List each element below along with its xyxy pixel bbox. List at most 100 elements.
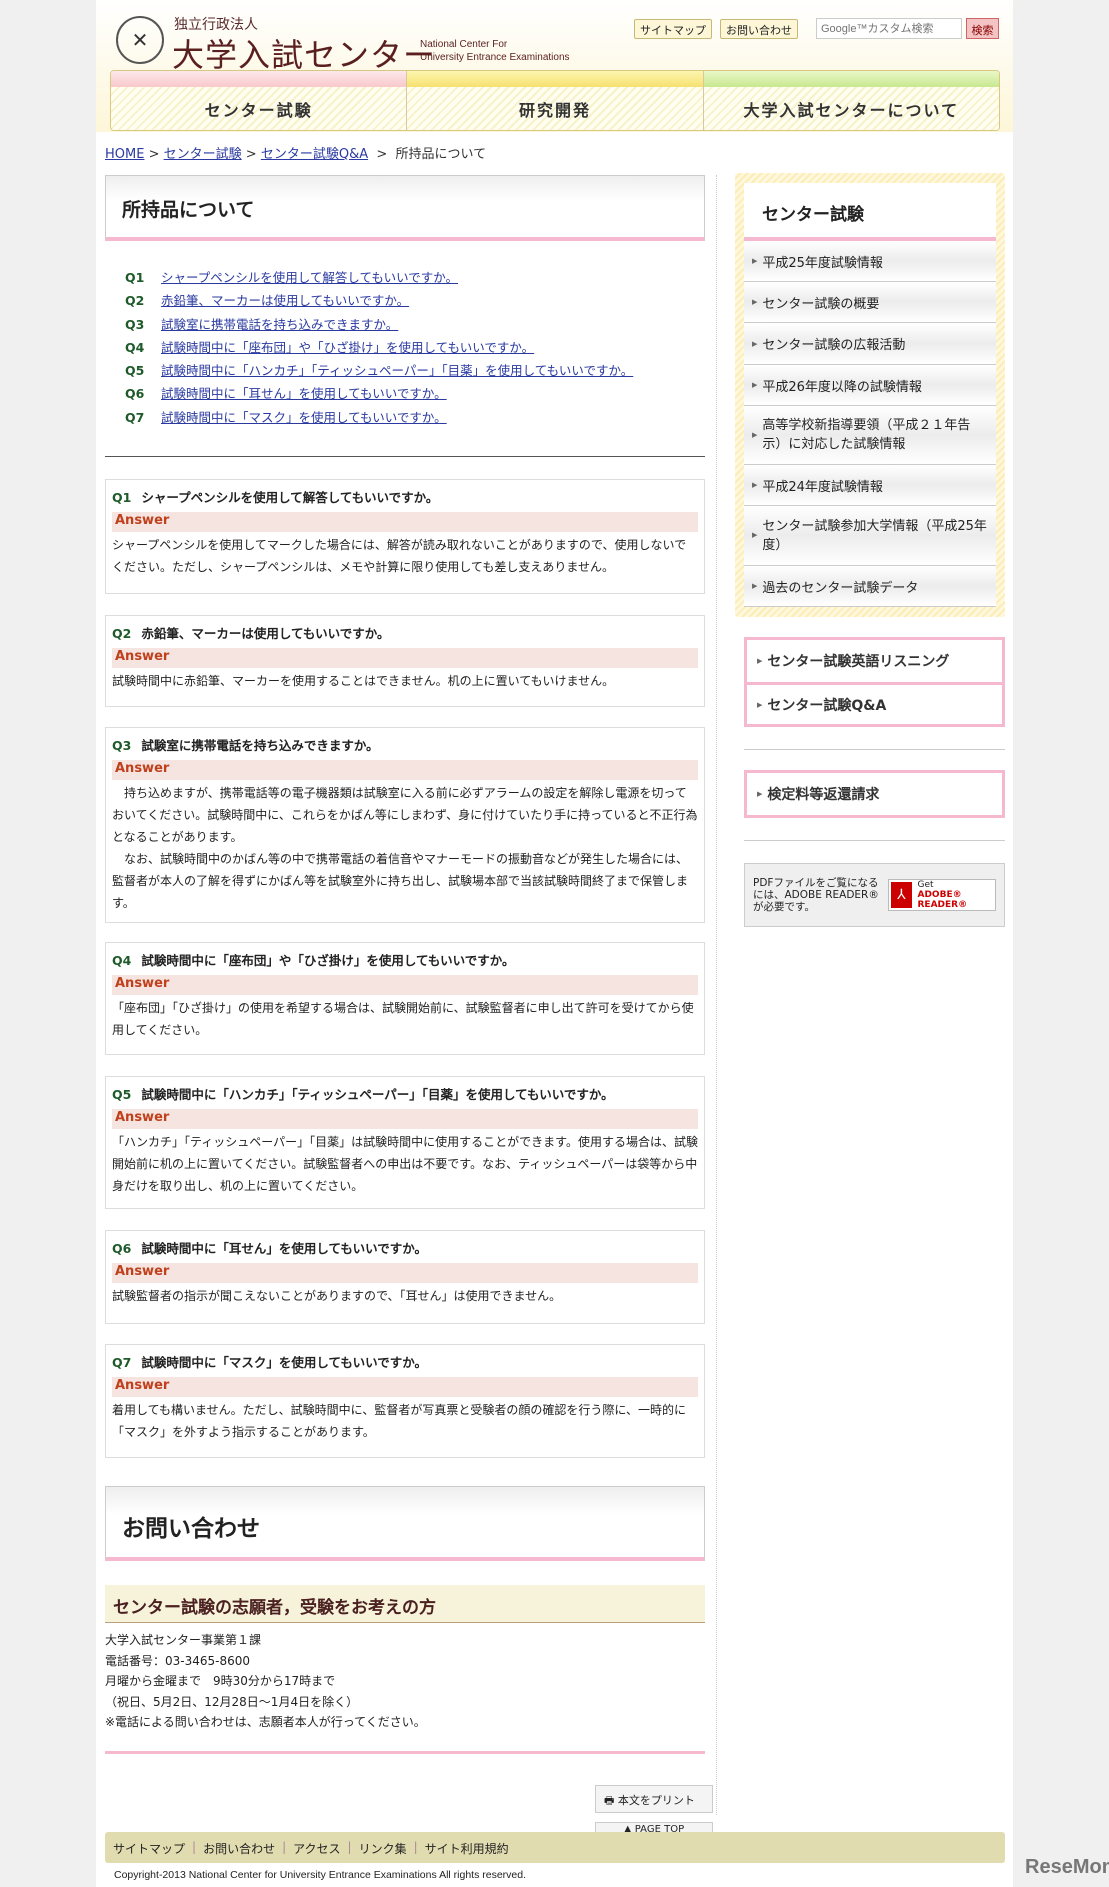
- question-number: Q1: [125, 270, 145, 285]
- breadcrumb-sep: >: [376, 147, 388, 162]
- column-divider: [716, 175, 717, 1815]
- adobe-get: Get: [917, 880, 934, 890]
- sidebar-item[interactable]: ▶ センター試験参加大学情報（平成25年度）: [744, 506, 996, 566]
- question-link[interactable]: 試験時間中に「ハンカチ」「ティッシュペーパー」「目薬」を使用してもいいですか。: [161, 363, 633, 378]
- sidebar-item-label: 平成24年度試験情報: [762, 479, 883, 495]
- triangle-right-icon: ▶: [757, 657, 763, 665]
- nav-strip: [111, 71, 407, 87]
- refund-box: ▶ 検定料等返還請求: [744, 770, 1005, 818]
- sidebar-item[interactable]: ▶ センター試験の概要: [744, 282, 996, 323]
- nav-center-exam[interactable]: センター試験: [111, 71, 408, 130]
- adobe-reader: ADOBE® READER®: [917, 890, 968, 910]
- question-link[interactable]: 試験室に携帯電話を持ち込みできますか。: [161, 317, 398, 332]
- sidebar-item[interactable]: ▶ 平成26年度以降の試験情報: [744, 365, 996, 406]
- page-title: 所持品について: [105, 175, 705, 241]
- search-input[interactable]: [816, 18, 962, 39]
- get-adobe-reader-button[interactable]: ⅄ Get ADOBE® READER®: [888, 879, 996, 911]
- question-text: 試験室に携帯電話を持ち込みできますか。: [141, 738, 379, 753]
- sidebar-item[interactable]: ▶ 過去のセンター試験データ: [744, 566, 996, 607]
- divider: [105, 456, 705, 457]
- sitemap-button[interactable]: サイトマップ: [634, 19, 712, 39]
- question-number: Q4: [112, 953, 132, 968]
- question-link[interactable]: 試験時間中に「耳せん」を使用してもいいですか。: [161, 386, 447, 401]
- sidebar-item[interactable]: ▶ センター試験の広報活動: [744, 323, 996, 365]
- question-text: 試験時間中に「耳せん」を使用してもいいですか。: [141, 1241, 427, 1256]
- adobe-label: Get ADOBE® READER®: [918, 880, 994, 910]
- divider: [744, 749, 1005, 750]
- listening-link[interactable]: ▶ センター試験英語リスニング: [747, 640, 1002, 682]
- question-number: Q7: [125, 409, 145, 425]
- page: ✕ 独立行政法人 大学入試センター National Center For Uni…: [96, 0, 1013, 1887]
- question-link[interactable]: 試験時間中に「座布団」や「ひざ掛け」を使用してもいいですか。: [161, 340, 534, 355]
- question-number: Q1: [112, 490, 132, 505]
- breadcrumb-center-exam[interactable]: センター試験: [164, 147, 242, 162]
- triangle-right-icon: ▶: [757, 790, 763, 798]
- breadcrumb-home[interactable]: HOME: [105, 147, 144, 162]
- search-button[interactable]: 検索: [966, 18, 999, 39]
- logo-seal-icon[interactable]: ✕: [116, 16, 164, 64]
- question-text: 試験時間中に「マスク」を使用してもいいですか。: [141, 1355, 427, 1370]
- question-link-item: Q7 試験時間中に「マスク」を使用してもいいですか。: [125, 407, 705, 430]
- question-link[interactable]: シャープペンシルを使用して解答してもいいですか。: [161, 270, 458, 285]
- sidebar-item-label: 高等学校新指導要領（平成２１年告示）に対応した試験情報: [762, 418, 971, 452]
- question-text: 試験時間中に「座布団」や「ひざ掛け」を使用してもいいですか。: [141, 953, 515, 968]
- question-link-item: Q3 試験室に携帯電話を持ち込みできますか。: [125, 314, 705, 337]
- question: Q6 試験時間中に「耳せん」を使用してもいいですか。: [112, 1238, 698, 1257]
- sidebar-item[interactable]: ▶ 高等学校新指導要領（平成２１年告示）に対応した試験情報: [744, 406, 996, 465]
- pdf-notice-text: PDFファイルをご覧になるには、ADOBE READER®が必要です。: [753, 877, 879, 913]
- contact-line: （祝日、5月2日、12月28日～1月4日を除く）: [105, 1694, 359, 1709]
- footer-link[interactable]: アクセス: [293, 1840, 340, 1856]
- answer-text: シャープペンシルを使用してマークした場合には、解答が読み取れないことがありますの…: [112, 538, 687, 574]
- qa-block: Q7 試験時間中に「マスク」を使用してもいいですか。 Answer 着用しても構い…: [105, 1344, 705, 1458]
- sidebar-item-label: センター試験の概要: [762, 296, 880, 312]
- answer-text: 着用しても構いません。ただし、試験時間中に、監督者が写真票と受験者の顔の確認を行…: [112, 1403, 686, 1439]
- question-link[interactable]: 赤鉛筆、マーカーは使用してもいいですか。: [161, 293, 409, 308]
- copyright: Copyright-2013 National Center for Unive…: [114, 1869, 527, 1881]
- nav-about[interactable]: 大学入試センターについて: [703, 71, 999, 130]
- breadcrumb-qa[interactable]: センター試験Q&A: [261, 147, 368, 162]
- question: Q1 シャープペンシルを使用して解答してもいいですか。: [112, 487, 698, 506]
- contact-title: お問い合わせ: [105, 1486, 705, 1561]
- sidebar-item-label: 平成26年度以降の試験情報: [762, 379, 922, 395]
- nav-research[interactable]: 研究開発: [407, 71, 704, 130]
- divider: [105, 1751, 705, 1754]
- footer-separator: |: [347, 1840, 352, 1854]
- sidebar-item[interactable]: ▶ 平成25年度試験情報: [744, 241, 996, 282]
- sidebar: センター試験 ▶ 平成25年度試験情報 ▶ センター試験の概要 ▶ センター試験の広報…: [735, 173, 1005, 927]
- footer-link[interactable]: リンク集: [359, 1840, 407, 1856]
- triangle-right-icon: ▶: [752, 381, 758, 389]
- org-en-line2: University Entrance Examinations: [420, 52, 570, 63]
- watermark-logo: ReseMom: [1025, 1856, 1109, 1878]
- qa-link[interactable]: ▶ センター試験Q&A: [747, 682, 1002, 724]
- footer-link[interactable]: お問い合わせ: [203, 1840, 275, 1856]
- footer-separator: |: [413, 1840, 418, 1854]
- question-number: Q6: [112, 1241, 132, 1256]
- qa-block: Q1 シャープペンシルを使用して解答してもいいですか。 Answer シャープペン…: [105, 479, 705, 594]
- breadcrumb-current: 所持品について: [395, 147, 487, 162]
- question-number: Q3: [125, 316, 145, 332]
- refund-link[interactable]: ▶ 検定料等返還請求: [747, 773, 1002, 815]
- footer-link[interactable]: サイトマップ: [113, 1840, 185, 1856]
- sidebar-title: センター試験: [744, 183, 996, 241]
- answer-label: Answer: [112, 975, 698, 995]
- question-number: Q3: [112, 738, 132, 753]
- link-label: センター試験Q&A: [767, 697, 887, 714]
- breadcrumb-sep: >: [245, 147, 257, 162]
- answer-label: Answer: [112, 1263, 698, 1283]
- global-nav: センター試験 研究開発 大学入試センターについて: [110, 70, 1000, 131]
- triangle-right-icon: ▶: [752, 257, 758, 265]
- sidebar-pink-links: ▶ センター試験英語リスニング ▶ センター試験Q&A: [744, 637, 1005, 727]
- footer-link[interactable]: サイト利用規約: [425, 1840, 509, 1856]
- sidebar-item[interactable]: ▶ 平成24年度試験情報: [744, 465, 996, 506]
- qa-block: Q5 試験時間中に「ハンカチ」「ティッシュペーパー」「目薬」を使用してもいいですか…: [105, 1076, 705, 1209]
- nav-label: センター試験: [204, 100, 313, 120]
- contact-button[interactable]: お問い合わせ: [720, 19, 798, 39]
- answer-label: Answer: [112, 1377, 698, 1397]
- answer-text: 試験時間中に赤鉛筆、マーカーを使用することはできません。机の上に置いてもいけませ…: [112, 674, 615, 688]
- qa-block: Q2 赤鉛筆、マーカーは使用してもいいですか。 Answer 試験時間中に赤鉛筆、…: [105, 615, 705, 707]
- question-text: シャープペンシルを使用して解答してもいいですか。: [141, 490, 439, 505]
- answer-text: 試験監督者の指示が聞こえないことがありますので、「耳せん」は使用できません。: [112, 1289, 562, 1303]
- question-text: 赤鉛筆、マーカーは使用してもいいですか。: [141, 626, 390, 641]
- question-link[interactable]: 試験時間中に「マスク」を使用してもいいですか。: [161, 410, 447, 425]
- print-button[interactable]: 🖶 本文をプリント: [595, 1785, 713, 1813]
